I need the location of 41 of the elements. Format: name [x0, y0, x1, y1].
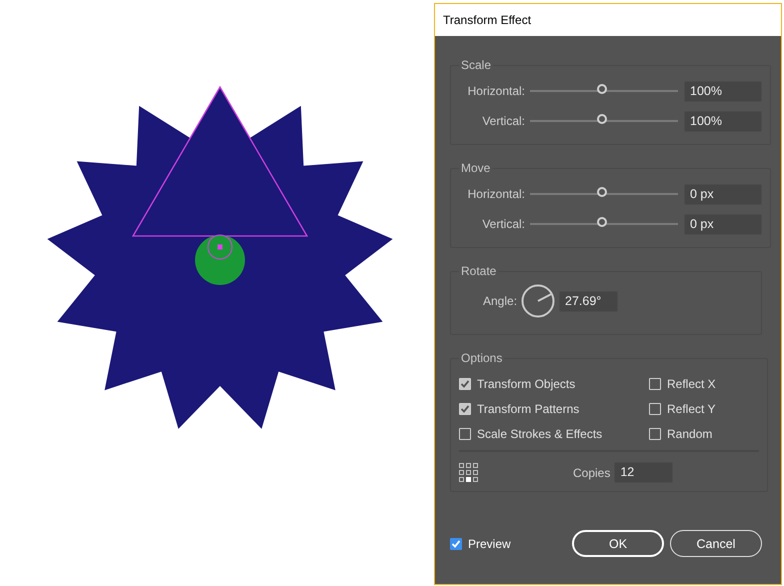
angle-label: Angle: — [483, 294, 518, 308]
circle-shape — [195, 235, 245, 285]
slider-thumb[interactable] — [597, 217, 607, 227]
input-field[interactable]: 100% — [684, 110, 762, 132]
checkbox-box[interactable] — [459, 428, 471, 440]
slider-thumb[interactable] — [597, 84, 607, 94]
slider-label: Horizontal: — [466, 187, 525, 201]
checkbox[interactable]: Reflect Y — [649, 402, 759, 416]
copies-label: Copies — [573, 466, 610, 480]
group-title: Move — [460, 161, 492, 175]
checkbox[interactable]: Transform Patterns — [459, 402, 649, 416]
slider-thumb[interactable] — [597, 187, 607, 197]
checkbox-box[interactable] — [649, 378, 661, 390]
angle-dial-icon[interactable] — [521, 284, 556, 318]
slider-thumb[interactable] — [597, 114, 607, 124]
slider-label: Horizontal: — [466, 84, 525, 98]
group-title: Rotate — [460, 264, 498, 278]
group-title: Scale — [460, 58, 492, 72]
checkbox-box[interactable] — [459, 403, 471, 415]
reference-point-grid-icon[interactable] — [459, 462, 479, 482]
checkbox[interactable]: Random — [649, 427, 759, 441]
ok-button[interactable]: OK — [572, 530, 664, 557]
group-title: Options — [460, 351, 504, 365]
input-field[interactable]: 0 px — [684, 184, 762, 204]
slider-label: Vertical: — [481, 217, 525, 231]
slider-label: Vertical: — [481, 114, 525, 128]
checkbox-box[interactable] — [450, 538, 462, 550]
checkbox[interactable]: Reflect X — [649, 377, 759, 391]
checkbox-box[interactable] — [649, 403, 661, 415]
checkbox-box[interactable] — [649, 428, 661, 440]
input-field[interactable]: 12 — [614, 462, 674, 483]
checkbox[interactable]: Preview — [450, 536, 511, 550]
checkbox[interactable]: Transform Objects — [459, 377, 649, 391]
input-field[interactable]: 100% — [684, 80, 762, 102]
checkbox-box[interactable] — [459, 378, 471, 390]
cancel-button[interactable]: Cancel — [670, 530, 762, 557]
input-field[interactable]: 27.69° — [559, 290, 618, 312]
selection-point-icon — [208, 234, 232, 260]
input-field[interactable]: 0 px — [684, 214, 762, 234]
window-title: Transform Effect — [443, 13, 532, 27]
checkbox[interactable]: Scale Strokes & Effects — [459, 427, 649, 441]
